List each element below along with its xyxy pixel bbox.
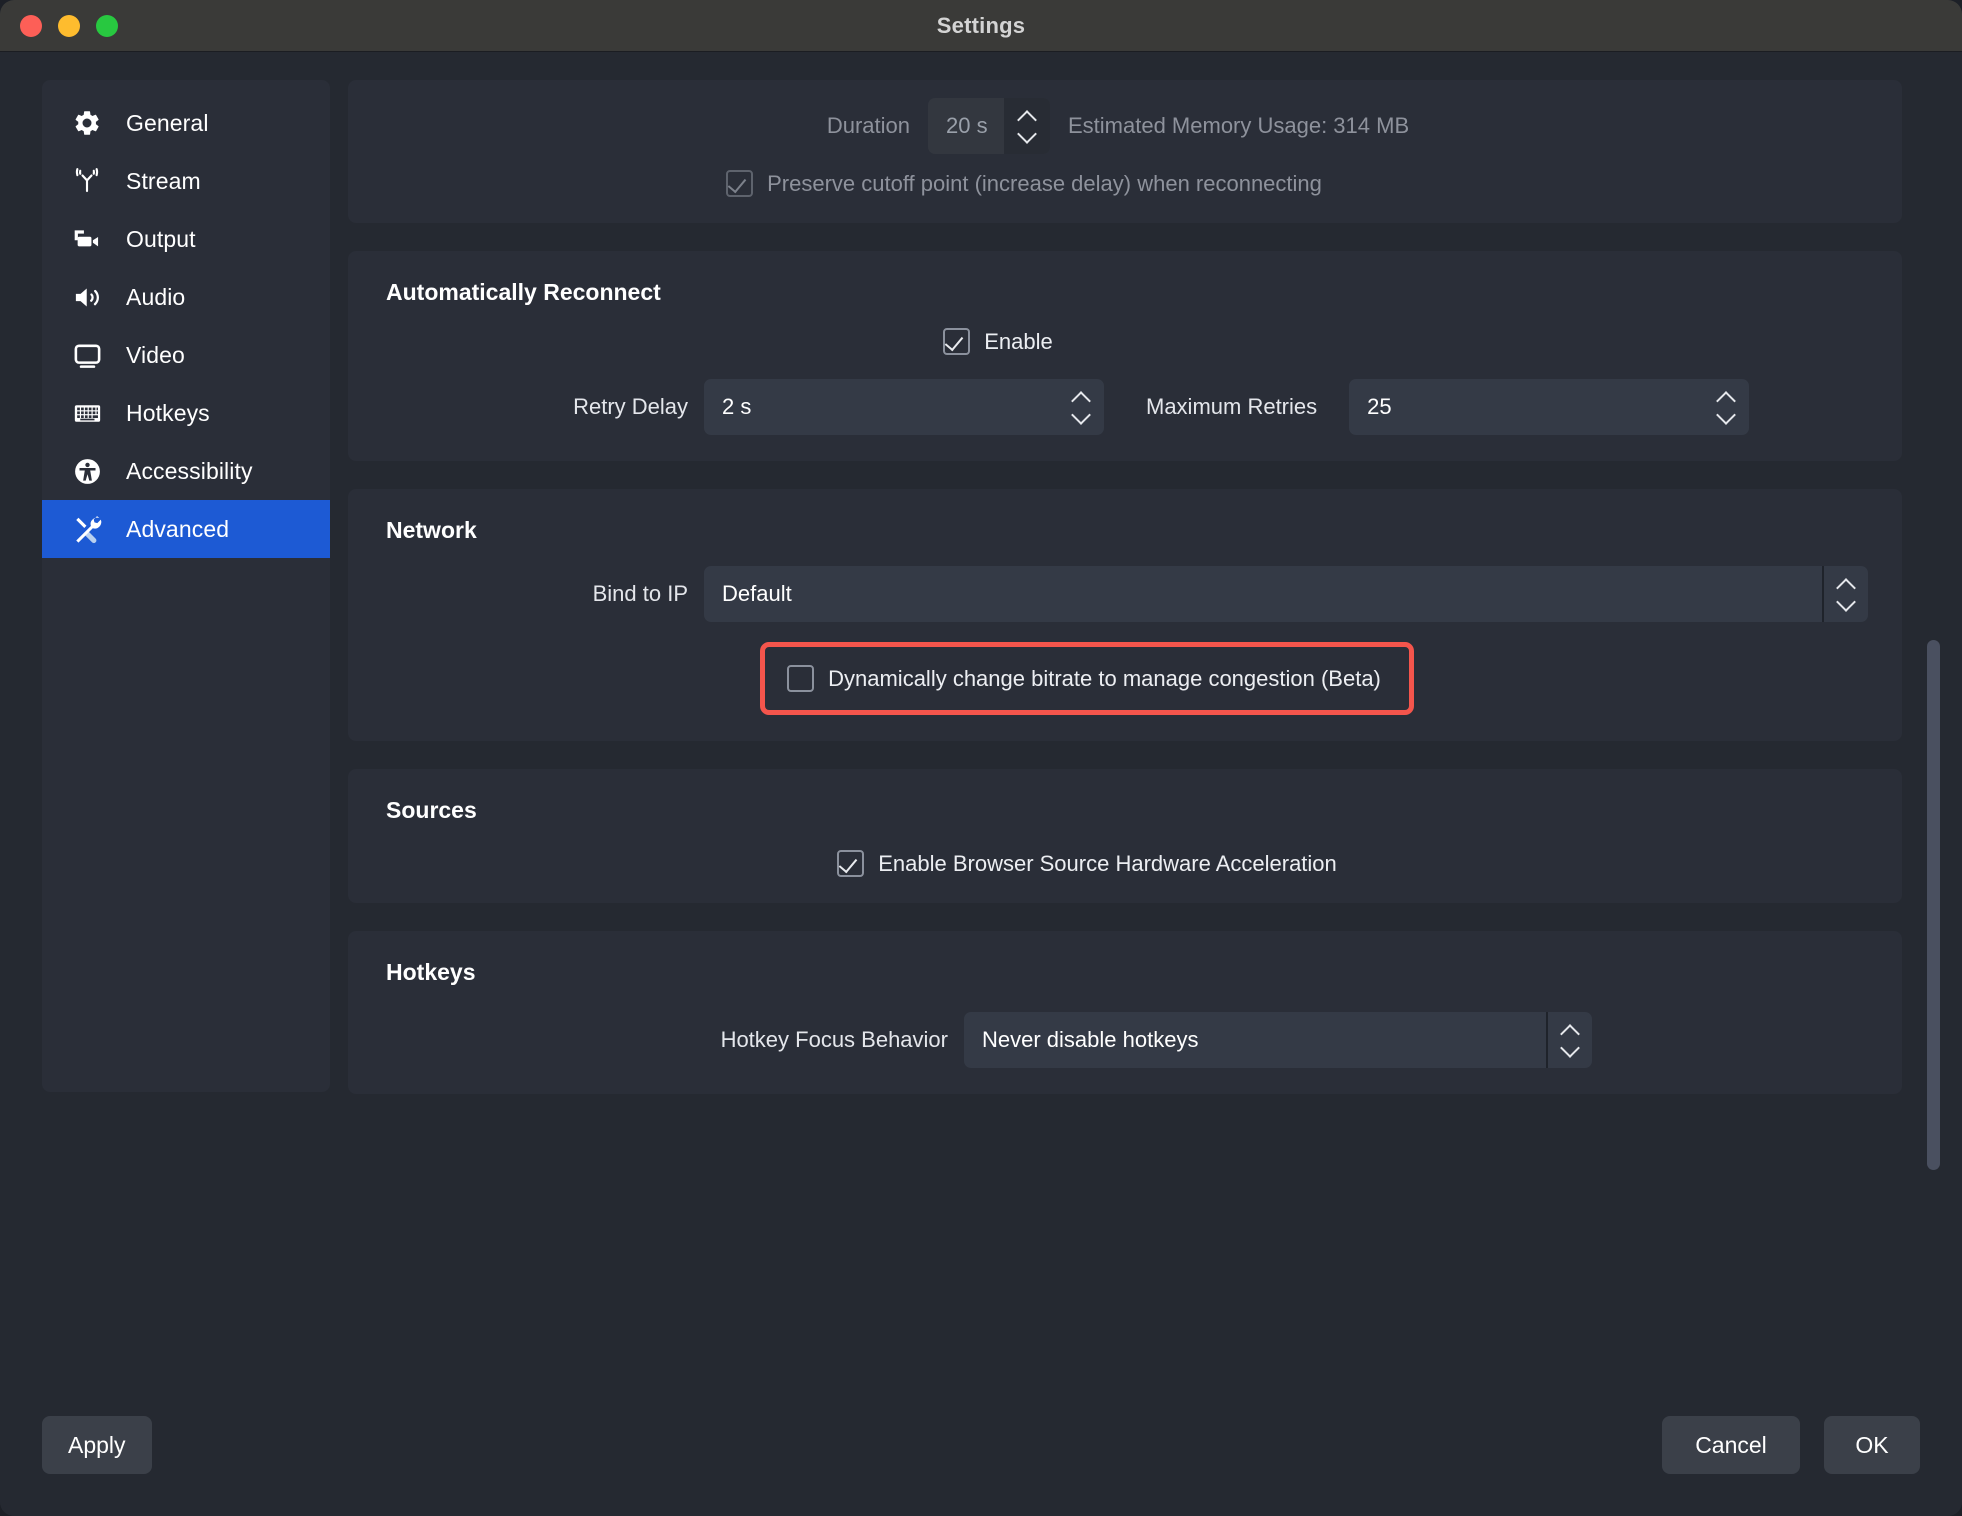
broadcast-icon	[70, 164, 104, 198]
scrollbar-thumb[interactable]	[1927, 640, 1940, 1170]
dynamic-bitrate-checkbox[interactable]	[787, 665, 814, 692]
hotkeys-panel: Hotkeys Hotkey Focus Behavior Never disa…	[348, 931, 1902, 1094]
duration-stepper[interactable]	[1004, 98, 1050, 154]
network-section-title: Network	[386, 517, 1868, 544]
hotkey-focus-stepper[interactable]	[1546, 1012, 1592, 1068]
retry-delay-spinbox[interactable]: 2 s	[704, 379, 1104, 435]
reconnect-enable-checkbox[interactable]	[943, 328, 970, 355]
network-panel: Network Bind to IP Default	[348, 489, 1902, 741]
duration-label: Duration	[827, 113, 910, 139]
accessibility-icon	[70, 454, 104, 488]
chevron-up-icon[interactable]	[1018, 112, 1036, 122]
sources-panel: Sources Enable Browser Source Hardware A…	[348, 769, 1902, 903]
sidebar-item-hotkeys[interactable]: Hotkeys	[42, 384, 330, 442]
sidebar-item-label: Audio	[126, 284, 185, 311]
bind-to-ip-stepper[interactable]	[1822, 566, 1868, 622]
sidebar-item-label: Hotkeys	[126, 400, 210, 427]
speaker-icon	[70, 280, 104, 314]
apply-button[interactable]: Apply	[42, 1416, 152, 1474]
hotkey-focus-behavior-value: Never disable hotkeys	[964, 1027, 1546, 1053]
hotkeys-section-title: Hotkeys	[386, 959, 1868, 986]
settings-window: Settings General	[0, 0, 1962, 1516]
window-body: General Stream	[0, 52, 1962, 1374]
preserve-cutoff-checkbox[interactable]	[726, 170, 753, 197]
chevron-up-icon[interactable]	[1717, 393, 1735, 403]
checkmark-icon	[948, 336, 965, 347]
settings-content: Duration 20 s Estimated Memory Usage: 31…	[348, 80, 1962, 1374]
dynamic-bitrate-checkbox-row[interactable]: Dynamically change bitrate to manage con…	[787, 665, 1381, 692]
chevron-up-icon[interactable]	[1072, 393, 1090, 403]
maximum-retries-spinbox[interactable]: 25	[1349, 379, 1749, 435]
bind-to-ip-value: Default	[704, 581, 1822, 607]
tools-icon	[70, 512, 104, 546]
sidebar-item-audio[interactable]: Audio	[42, 268, 330, 326]
window-titlebar: Settings	[0, 0, 1962, 52]
monitor-icon	[70, 338, 104, 372]
browser-accel-label: Enable Browser Source Hardware Accelerat…	[878, 851, 1337, 877]
hotkey-focus-behavior-label: Hotkey Focus Behavior	[488, 1027, 948, 1053]
chevron-up-icon[interactable]	[1837, 580, 1855, 590]
retry-delay-value: 2 s	[704, 394, 1058, 420]
browser-accel-checkbox-row[interactable]: Enable Browser Source Hardware Accelerat…	[837, 850, 1337, 877]
bind-to-ip-label: Bind to IP	[488, 581, 688, 607]
sidebar-item-output[interactable]: Output	[42, 210, 330, 268]
reconnect-enable-label: Enable	[984, 329, 1053, 355]
retry-delay-stepper[interactable]	[1058, 379, 1104, 435]
sidebar-item-label: Accessibility	[126, 458, 253, 485]
settings-scroll-area[interactable]: Duration 20 s Estimated Memory Usage: 31…	[348, 80, 1962, 1374]
maximum-retries-label: Maximum Retries	[1146, 394, 1317, 420]
preserve-cutoff-checkbox-row[interactable]: Preserve cutoff point (increase delay) w…	[726, 170, 1322, 197]
sidebar-item-general[interactable]: General	[42, 94, 330, 152]
reconnect-section-title: Automatically Reconnect	[386, 279, 1868, 306]
bind-to-ip-dropdown[interactable]: Default	[704, 566, 1868, 622]
duration-value: 20 s	[928, 113, 1004, 139]
sidebar-item-advanced[interactable]: Advanced	[42, 500, 330, 558]
cancel-button[interactable]: Cancel	[1662, 1416, 1800, 1474]
sidebar-item-accessibility[interactable]: Accessibility	[42, 442, 330, 500]
maximum-retries-value: 25	[1349, 394, 1703, 420]
gear-icon	[70, 106, 104, 140]
preserve-cutoff-label: Preserve cutoff point (increase delay) w…	[767, 171, 1322, 197]
reconnect-enable-checkbox-row[interactable]: Enable	[943, 328, 1053, 355]
video-camera-icon	[70, 222, 104, 256]
dynamic-bitrate-highlight-box: Dynamically change bitrate to manage con…	[760, 642, 1414, 715]
duration-spinbox[interactable]: 20 s	[928, 98, 1050, 154]
sidebar-item-label: Output	[126, 226, 196, 253]
checkmark-icon	[842, 858, 859, 869]
chevron-up-icon[interactable]	[1561, 1026, 1579, 1036]
ok-button[interactable]: OK	[1824, 1416, 1920, 1474]
hotkey-focus-behavior-dropdown[interactable]: Never disable hotkeys	[964, 1012, 1592, 1068]
chevron-down-icon[interactable]	[1717, 411, 1735, 421]
chevron-down-icon[interactable]	[1018, 130, 1036, 140]
estimated-memory-usage: Estimated Memory Usage: 314 MB	[1068, 113, 1409, 139]
dialog-footer: Apply Cancel OK	[0, 1374, 1962, 1516]
automatically-reconnect-panel: Automatically Reconnect Enable Retry Del…	[348, 251, 1902, 461]
chevron-down-icon[interactable]	[1837, 598, 1855, 608]
settings-sidebar: General Stream	[42, 80, 330, 1092]
window-title: Settings	[0, 13, 1962, 39]
chevron-down-icon[interactable]	[1072, 411, 1090, 421]
sidebar-item-label: General	[126, 110, 209, 137]
delay-panel: Duration 20 s Estimated Memory Usage: 31…	[348, 80, 1902, 223]
dynamic-bitrate-label: Dynamically change bitrate to manage con…	[828, 666, 1381, 692]
sidebar-item-label: Advanced	[126, 516, 229, 543]
chevron-down-icon[interactable]	[1561, 1044, 1579, 1054]
keyboard-icon	[70, 396, 104, 430]
content-scrollbar[interactable]	[1927, 640, 1940, 1300]
retry-delay-label: Retry Delay	[488, 394, 688, 420]
sources-section-title: Sources	[386, 797, 1868, 824]
checkmark-icon	[731, 178, 748, 189]
maximum-retries-stepper[interactable]	[1703, 379, 1749, 435]
browser-accel-checkbox[interactable]	[837, 850, 864, 877]
